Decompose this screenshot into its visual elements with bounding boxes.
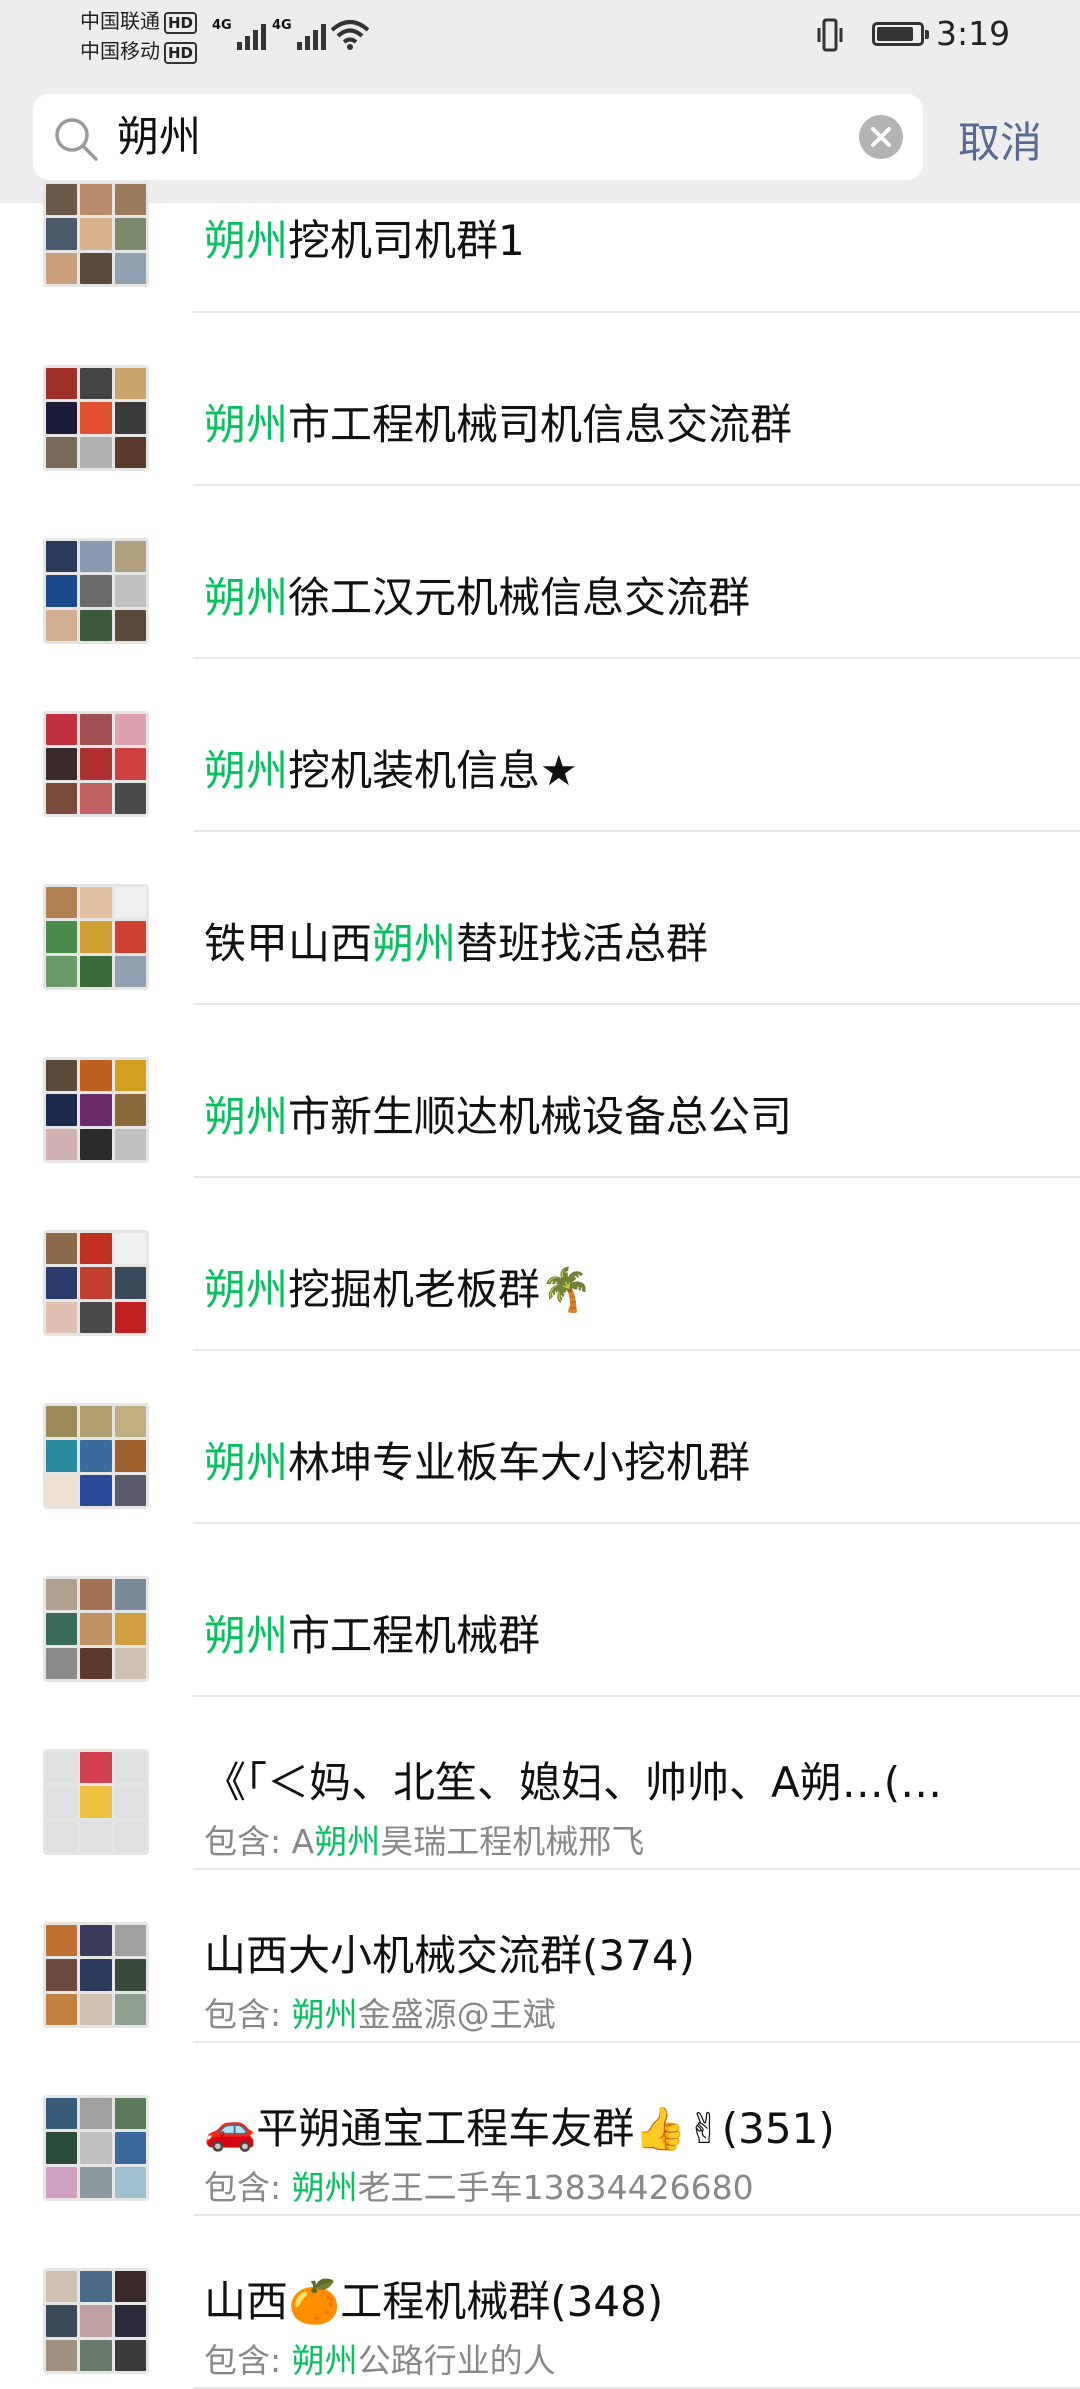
result-item[interactable]: 朔州市工程机械司机信息交流群 <box>0 313 1080 486</box>
group-avatar <box>43 2268 149 2374</box>
clear-icon[interactable] <box>859 115 903 159</box>
clock: 3:19 <box>936 14 1011 53</box>
search-input[interactable] <box>117 94 817 180</box>
group-avatar <box>43 1922 149 2028</box>
result-item[interactable]: 朔州挖机装机信息★ <box>0 659 1080 832</box>
result-item[interactable]: 朔州市工程机械群 <box>0 1524 1080 1697</box>
result-item[interactable]: 朔州挖机司机群1 <box>0 181 1080 313</box>
signal-icon: 4G <box>212 18 266 50</box>
result-item[interactable]: 朔州挖掘机老板群🌴 <box>0 1178 1080 1351</box>
signal-icon-2: 4G <box>272 18 326 50</box>
carrier-2: 中国移动 HD <box>80 38 198 64</box>
result-title: 朔州市工程机械司机信息交流群 <box>204 400 793 449</box>
result-subtitle: 包含: 朔州金盛源@王斌 <box>204 1995 556 2034</box>
result-subtitle: 包含: 朔州公路行业的人 <box>204 2341 556 2380</box>
group-avatar <box>43 884 149 990</box>
result-item[interactable]: 山西🍊工程机械群(348) 包含: 朔州公路行业的人 <box>0 2216 1080 2389</box>
group-avatar <box>43 181 149 287</box>
result-title: 铁甲山西朔州替班找活总群 <box>204 919 709 968</box>
group-avatar <box>43 1576 149 1682</box>
result-title: 朔州林坤专业板车大小挖机群 <box>204 1438 751 1487</box>
result-title: 朔州市工程机械群 <box>204 1611 541 1660</box>
result-title: 山西🍊工程机械群(348) <box>204 2277 664 2326</box>
status-bar: 中国联通 HD 中国移动 HD 4G 4G 3:19 <box>0 0 1080 85</box>
carrier-1: 中国联通 HD <box>80 8 198 34</box>
group-avatar <box>43 538 149 644</box>
result-title: 🚗平朔通宝工程车友群👍✌(351) <box>204 2104 835 2153</box>
group-avatar <box>43 365 149 471</box>
group-avatar <box>43 1057 149 1163</box>
result-item[interactable]: 朔州市新生顺达机械设备总公司 <box>0 1005 1080 1178</box>
vibrate-icon <box>817 18 843 52</box>
result-title: 《「＜妈、北笙、媳妇、帅帅、A朔…(… <box>204 1758 943 1807</box>
wifi-icon <box>330 20 370 50</box>
result-item[interactable]: 山西大小机械交流群(374) 包含: 朔州金盛源@王斌 <box>0 1870 1080 2043</box>
result-title: 朔州徐工汉元机械信息交流群 <box>204 573 751 622</box>
group-avatar <box>43 1230 149 1336</box>
result-item[interactable]: 🚗平朔通宝工程车友群👍✌(351) 包含: 朔州老王二手车13834426680 <box>0 2043 1080 2216</box>
result-subtitle: 包含: 朔州老王二手车13834426680 <box>204 2168 754 2207</box>
group-avatar <box>43 1403 149 1509</box>
result-item[interactable]: 朔州徐工汉元机械信息交流群 <box>0 486 1080 659</box>
result-title: 朔州挖机装机信息★ <box>204 746 578 795</box>
result-subtitle: 包含: A朔州昊瑞工程机械邢飞 <box>204 1822 645 1861</box>
result-title: 朔州挖机司机群1 <box>204 216 525 265</box>
result-item[interactable]: 朔州林坤专业板车大小挖机群 <box>0 1351 1080 1524</box>
result-item[interactable]: 《「＜妈、北笙、媳妇、帅帅、A朔…(… 包含: A朔州昊瑞工程机械邢飞 <box>0 1697 1080 1870</box>
cancel-button[interactable]: 取消 <box>958 109 1042 170</box>
group-avatar <box>43 1749 149 1855</box>
battery-icon <box>872 22 929 46</box>
result-title: 山西大小机械交流群(374) <box>204 1931 695 1980</box>
group-avatar <box>43 711 149 817</box>
group-avatar <box>43 2095 149 2201</box>
search-header: 取消 <box>0 85 1080 203</box>
search-box[interactable] <box>33 94 923 180</box>
result-title: 朔州市新生顺达机械设备总公司 <box>204 1092 793 1141</box>
search-icon <box>55 118 98 161</box>
search-results-list: 朔州挖机司机群1 朔州市工程机械司机信息交流群 朔州徐工汉元机械信息交流群 朔州挖机装… <box>0 181 1080 2389</box>
result-item[interactable]: 铁甲山西朔州替班找活总群 <box>0 832 1080 1005</box>
result-title: 朔州挖掘机老板群🌴 <box>204 1265 593 1314</box>
